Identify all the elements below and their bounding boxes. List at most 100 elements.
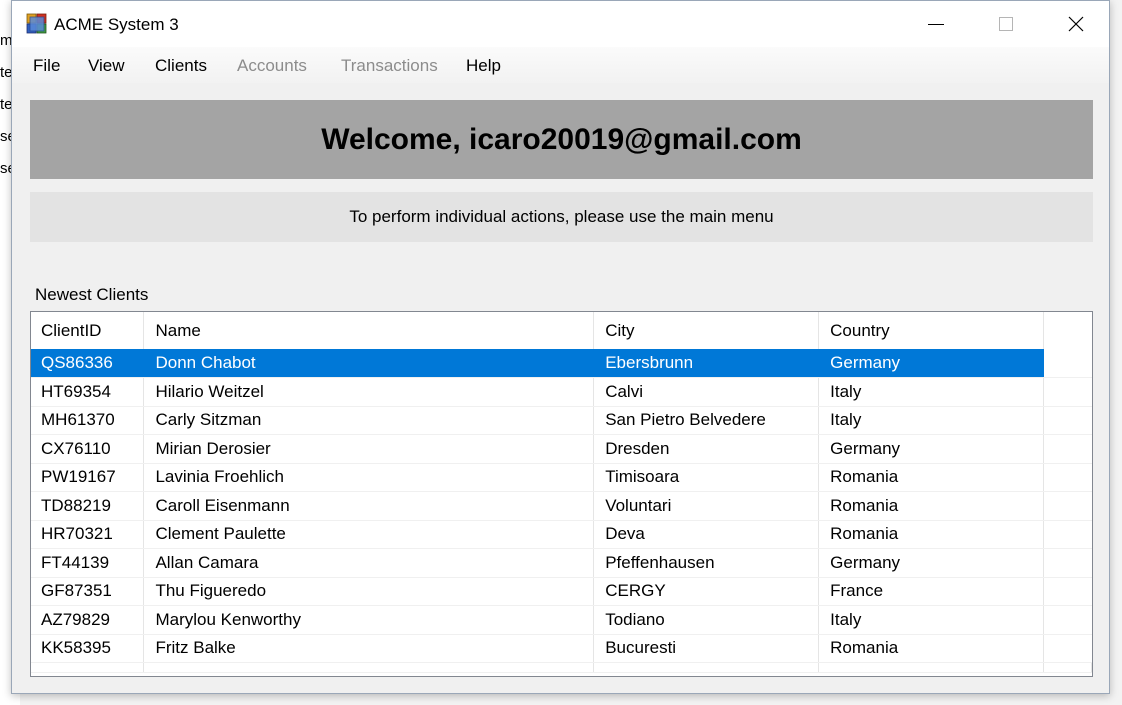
cell-filler <box>1043 548 1092 578</box>
cell-clientid[interactable]: FT44139 <box>31 548 145 578</box>
table-row[interactable]: AZ79829 Marylou Kenworthy Todiano Italy <box>31 605 1092 635</box>
minimize-icon <box>928 23 944 25</box>
cell-empty <box>31 662 145 673</box>
table-row[interactable]: KK58395 Fritz Balke Bucuresti Romania <box>31 634 1092 663</box>
cell-name[interactable]: Donn Chabot <box>143 349 595 378</box>
newest-clients-label: Newest Clients <box>35 285 149 304</box>
cell-filler <box>1043 406 1092 435</box>
cell-clientid[interactable]: GF87351 <box>31 577 145 606</box>
menu-view[interactable]: View <box>88 56 125 76</box>
close-icon <box>1068 16 1084 32</box>
table-row[interactable]: HR70321 Clement Paulette Deva Romania <box>31 520 1092 549</box>
cell-country[interactable]: Germany <box>818 548 1044 578</box>
cell-name[interactable]: Mirian Derosier <box>143 434 595 464</box>
title-bar[interactable]: ACME System 3 <box>12 1 1109 47</box>
cell-filler <box>1043 463 1092 492</box>
cell-clientid[interactable]: KK58395 <box>31 634 145 663</box>
app-window-icon[interactable] <box>26 13 48 35</box>
column-header-city[interactable]: City <box>593 312 820 349</box>
column-header-name[interactable]: Name <box>143 312 595 349</box>
cell-filler <box>1043 577 1092 606</box>
cell-country[interactable]: Italy <box>818 406 1044 435</box>
cell-name[interactable]: Fritz Balke <box>143 634 595 663</box>
menu-accounts[interactable]: Accounts <box>237 56 307 76</box>
column-header-clientid[interactable]: ClientID <box>31 312 145 349</box>
main-window: ACME System 3 File View Clients Accounts… <box>11 0 1110 694</box>
cell-clientid[interactable]: QS86336 <box>31 349 145 378</box>
table-row[interactable]: TD88219 Caroll Eisenmann Voluntari Romania <box>31 491 1092 521</box>
column-header-country[interactable]: Country <box>818 312 1044 349</box>
cell-clientid[interactable]: PW19167 <box>31 463 145 492</box>
cell-filler <box>1043 377 1092 407</box>
cell-filler <box>1043 634 1092 663</box>
minimize-button[interactable] <box>901 1 971 47</box>
welcome-banner: Welcome, icaro20019@gmail.com <box>30 100 1093 179</box>
table-row[interactable]: HT69354 Hilario Weitzel Calvi Italy <box>31 377 1092 407</box>
cell-clientid[interactable]: HT69354 <box>31 377 145 407</box>
cell-name[interactable]: Caroll Eisenmann <box>143 491 595 521</box>
menu-file[interactable]: File <box>33 56 60 76</box>
cell-city[interactable]: Dresden <box>593 434 820 464</box>
maximize-icon <box>999 17 1013 31</box>
maximize-button[interactable] <box>971 1 1041 47</box>
cell-filler <box>1043 520 1092 549</box>
table-row[interactable]: FT44139 Allan Camara Pfeffenhausen Germany <box>31 548 1092 578</box>
menu-clients[interactable]: Clients <box>155 56 207 76</box>
table-row[interactable]: GF87351 Thu Figueredo CERGY France <box>31 577 1092 606</box>
table-row[interactable]: MH61370 Carly Sitzman San Pietro Belvedere… <box>31 406 1092 435</box>
cell-city[interactable]: Todiano <box>593 605 820 635</box>
cell-empty <box>1043 662 1092 673</box>
cell-empty <box>143 662 595 673</box>
cell-country[interactable]: Italy <box>818 377 1044 407</box>
cell-filler <box>1043 605 1092 635</box>
close-button[interactable] <box>1041 1 1111 47</box>
cell-name[interactable]: Lavinia Froehlich <box>143 463 595 492</box>
cell-filler <box>1043 349 1092 378</box>
cell-empty <box>593 662 820 673</box>
cell-city[interactable]: Ebersbrunn <box>593 349 820 378</box>
cell-name[interactable]: Clement Paulette <box>143 520 595 549</box>
cell-city[interactable]: Bucuresti <box>593 634 820 663</box>
cell-name[interactable]: Thu Figueredo <box>143 577 595 606</box>
cell-city[interactable]: Deva <box>593 520 820 549</box>
cell-city[interactable]: Calvi <box>593 377 820 407</box>
info-text: To perform individual actions, please us… <box>349 207 774 226</box>
cell-clientid[interactable]: HR70321 <box>31 520 145 549</box>
menu-help[interactable]: Help <box>466 56 501 76</box>
cell-country[interactable]: Romania <box>818 634 1044 663</box>
menu-bar: File View Clients Accounts Transactions … <box>12 47 1109 83</box>
clients-grid[interactable]: ClientID Name City Country QS86336 Donn C… <box>30 311 1093 677</box>
cell-name[interactable]: Marylou Kenworthy <box>143 605 595 635</box>
cell-clientid[interactable]: CX76110 <box>31 434 145 464</box>
clients-table: ClientID Name City Country QS86336 Donn C… <box>31 312 1092 673</box>
table-row[interactable]: CX76110 Mirian Derosier Dresden Germany <box>31 434 1092 464</box>
cell-name[interactable]: Allan Camara <box>143 548 595 578</box>
cell-country[interactable]: Italy <box>818 605 1044 635</box>
cell-city[interactable]: Voluntari <box>593 491 820 521</box>
cell-name[interactable]: Hilario Weitzel <box>143 377 595 407</box>
table-header-row: ClientID Name City Country <box>31 312 1092 349</box>
cell-city[interactable]: San Pietro Belvedere <box>593 406 820 435</box>
table-row-empty <box>31 662 1092 673</box>
cell-country[interactable]: Romania <box>818 520 1044 549</box>
column-header-filler <box>1044 312 1092 349</box>
cell-name[interactable]: Carly Sitzman <box>143 406 595 435</box>
cell-clientid[interactable]: MH61370 <box>31 406 145 435</box>
cell-city[interactable]: Timisoara <box>593 463 820 492</box>
cell-country[interactable]: France <box>818 577 1044 606</box>
cell-country[interactable]: Romania <box>818 463 1044 492</box>
table-row[interactable]: PW19167 Lavinia Froehlich Timisoara Romania <box>31 463 1092 492</box>
cell-country[interactable]: Germany <box>818 349 1044 378</box>
window-title: ACME System 3 <box>54 15 179 34</box>
info-bar: To perform individual actions, please us… <box>30 192 1093 242</box>
cell-filler <box>1043 491 1092 521</box>
menu-transactions[interactable]: Transactions <box>341 56 438 76</box>
cell-empty <box>818 662 1044 673</box>
cell-city[interactable]: CERGY <box>593 577 820 606</box>
table-row[interactable]: QS86336 Donn Chabot Ebersbrunn Germany <box>31 349 1092 378</box>
cell-clientid[interactable]: TD88219 <box>31 491 145 521</box>
cell-clientid[interactable]: AZ79829 <box>31 605 145 635</box>
cell-country[interactable]: Romania <box>818 491 1044 521</box>
cell-city[interactable]: Pfeffenhausen <box>593 548 820 578</box>
cell-country[interactable]: Germany <box>818 434 1044 464</box>
